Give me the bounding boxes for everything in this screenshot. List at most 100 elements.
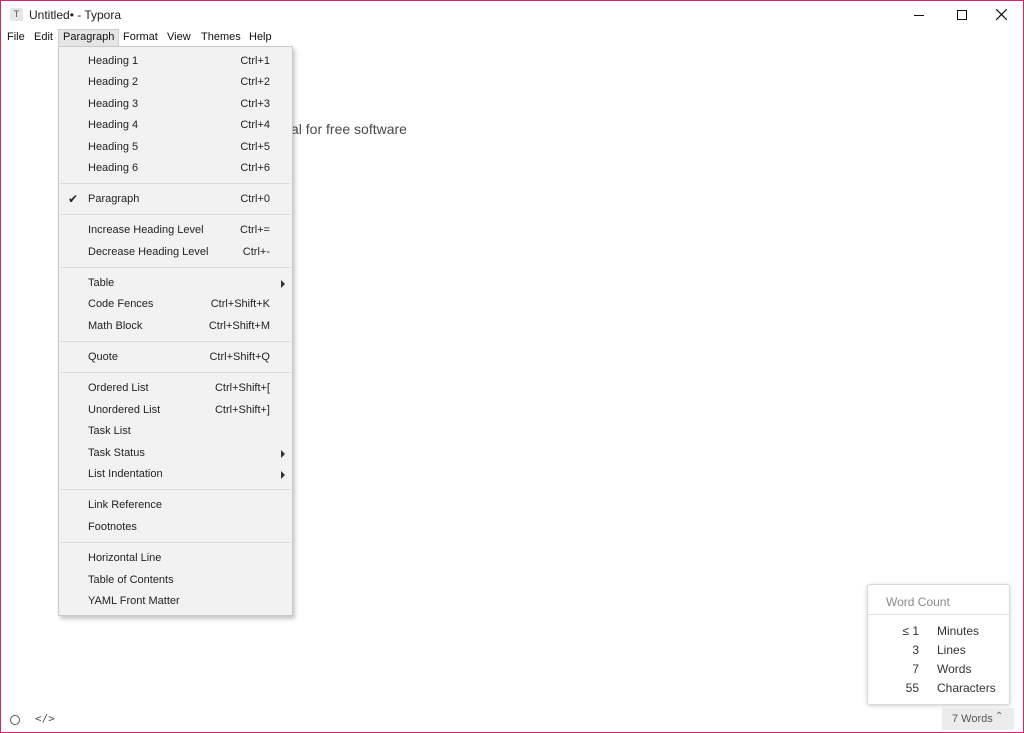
menu-item-label: Heading 3 xyxy=(88,98,139,110)
menu-format[interactable]: Format xyxy=(119,29,162,47)
menu-separator xyxy=(60,542,291,543)
checkmark-icon: ✔ xyxy=(68,192,79,206)
menu-item-shortcut: Ctrl+Shift+Q xyxy=(209,351,270,363)
menu-item-label: Heading 1 xyxy=(88,55,139,67)
menu-item-code-fences[interactable]: Code Fences Ctrl+Shift+K xyxy=(59,294,292,315)
menu-item-label: Heading 6 xyxy=(88,162,139,174)
menu-item-shortcut: Ctrl+4 xyxy=(240,119,270,131)
word-count-popup: Word Count ≤ 1 Minutes 3 Lines 7 Words 5… xyxy=(867,584,1010,705)
menu-separator xyxy=(60,372,291,373)
menu-bar: File Edit Paragraph Format View Themes H… xyxy=(1,29,1023,47)
typora-window: T Untitled• - Typora File Edit Paragraph… xyxy=(0,0,1024,733)
word-count-button-label: 7 Words xyxy=(952,713,993,725)
menu-separator xyxy=(60,489,291,490)
menu-item-unordered-list[interactable]: Unordered List Ctrl+Shift+] xyxy=(59,400,292,421)
menu-item-table-of-contents[interactable]: Table of Contents xyxy=(59,570,292,591)
chevron-updown-icon: ⌃ xyxy=(995,711,1004,722)
menu-view[interactable]: View xyxy=(163,29,195,47)
maximize-icon xyxy=(957,10,967,20)
word-count-label: Lines xyxy=(937,643,966,657)
menu-item-footnotes[interactable]: Footnotes xyxy=(59,517,292,538)
menu-item-label: Ordered List xyxy=(88,382,149,394)
menu-item-heading-1[interactable]: Heading 1 Ctrl+1 xyxy=(59,51,292,72)
menu-item-list-indentation[interactable]: List Indentation xyxy=(59,464,292,485)
menu-item-label: Task Status xyxy=(88,447,145,459)
editor-paragraph-text[interactable]: al for free software xyxy=(291,121,407,137)
menu-item-decrease-heading-level[interactable]: Decrease Heading Level Ctrl+- xyxy=(59,242,292,263)
word-count-value: 3 xyxy=(912,643,919,657)
menu-item-shortcut: Ctrl+- xyxy=(242,246,270,258)
menu-item-shortcut: Ctrl+6 xyxy=(240,162,270,174)
menu-item-task-status[interactable]: Task Status xyxy=(59,443,292,464)
word-count-button[interactable]: 7 Words ⌃ xyxy=(942,708,1014,730)
menu-item-shortcut: Ctrl+3 xyxy=(240,98,270,110)
close-icon xyxy=(996,9,1007,20)
menu-item-paragraph[interactable]: ✔ Paragraph Ctrl+0 xyxy=(59,189,292,210)
menu-item-link-reference[interactable]: Link Reference xyxy=(59,495,292,516)
word-count-value: ≤ 1 xyxy=(902,624,919,638)
word-count-value: 55 xyxy=(905,681,919,695)
word-count-title: Word Count xyxy=(886,595,950,609)
source-code-mode-icon[interactable]: </> xyxy=(35,712,55,725)
word-count-value: 7 xyxy=(912,662,919,676)
menu-item-label: Table of Contents xyxy=(88,574,174,586)
menu-item-shortcut: Ctrl+= xyxy=(240,224,270,236)
menu-item-shortcut: Ctrl+2 xyxy=(240,76,270,88)
minimize-button[interactable] xyxy=(899,1,939,29)
paragraph-dropdown-menu: Heading 1 Ctrl+1 Heading 2 Ctrl+2 Headin… xyxy=(58,46,293,616)
maximize-button[interactable] xyxy=(941,1,981,29)
menu-separator xyxy=(60,214,291,215)
menu-themes[interactable]: Themes xyxy=(197,29,245,47)
menu-item-horizontal-line[interactable]: Horizontal Line xyxy=(59,548,292,569)
word-count-label: Minutes xyxy=(937,624,980,638)
menu-item-label: List Indentation xyxy=(88,468,163,480)
word-count-separator xyxy=(868,614,1009,615)
menu-item-table[interactable]: Table xyxy=(59,273,292,294)
menu-edit[interactable]: Edit xyxy=(30,29,57,47)
window-title: Untitled• - Typora xyxy=(29,8,122,22)
menu-item-heading-2[interactable]: Heading 2 Ctrl+2 xyxy=(59,72,292,93)
title-bar: T Untitled• - Typora xyxy=(1,1,1023,29)
menu-help[interactable]: Help xyxy=(245,29,276,47)
menu-file[interactable]: File xyxy=(3,29,29,47)
menu-item-label: Heading 4 xyxy=(88,119,139,131)
menu-paragraph[interactable]: Paragraph xyxy=(58,29,120,47)
submenu-arrow-icon xyxy=(281,280,285,288)
menu-item-label: Heading 2 xyxy=(88,76,139,88)
menu-item-ordered-list[interactable]: Ordered List Ctrl+Shift+[ xyxy=(59,378,292,399)
menu-item-label: Code Fences xyxy=(88,298,154,310)
minimize-icon xyxy=(914,15,924,16)
menu-item-label: YAML Front Matter xyxy=(88,595,180,607)
word-count-label: Words xyxy=(937,662,972,676)
menu-item-heading-6[interactable]: Heading 6 Ctrl+6 xyxy=(59,158,292,179)
menu-item-shortcut: Ctrl+0 xyxy=(240,193,270,205)
menu-item-shortcut: Ctrl+Shift+] xyxy=(214,404,270,416)
menu-item-heading-3[interactable]: Heading 3 Ctrl+3 xyxy=(59,94,292,115)
menu-item-shortcut: Ctrl+1 xyxy=(240,55,270,67)
menu-item-label: Paragraph xyxy=(88,193,140,205)
word-count-row-characters: 55 Characters xyxy=(868,681,1009,699)
menu-item-quote[interactable]: Quote Ctrl+Shift+Q xyxy=(59,347,292,368)
menu-item-label: Task List xyxy=(88,425,131,437)
menu-item-label: Link Reference xyxy=(88,499,162,511)
submenu-arrow-icon xyxy=(281,450,285,458)
word-count-label: Characters xyxy=(937,681,996,695)
menu-item-label: Table xyxy=(88,277,115,289)
menu-item-shortcut: Ctrl+Shift+M xyxy=(208,320,270,332)
menu-item-heading-4[interactable]: Heading 4 Ctrl+4 xyxy=(59,115,292,136)
menu-item-task-list[interactable]: Task List xyxy=(59,421,292,442)
menu-item-label: Quote xyxy=(88,351,118,363)
menu-item-math-block[interactable]: Math Block Ctrl+Shift+M xyxy=(59,316,292,337)
menu-item-heading-5[interactable]: Heading 5 Ctrl+5 xyxy=(59,137,292,158)
menu-item-increase-heading-level[interactable]: Increase Heading Level Ctrl+= xyxy=(59,220,292,241)
menu-item-yaml-front-matter[interactable]: YAML Front Matter xyxy=(59,591,292,612)
menu-item-shortcut: Ctrl+Shift+K xyxy=(210,298,270,310)
menu-item-shortcut: Ctrl+5 xyxy=(240,141,270,153)
typora-app-icon: T xyxy=(10,8,23,21)
menu-item-label: Heading 5 xyxy=(88,141,139,153)
menu-item-label: Increase Heading Level xyxy=(88,224,204,236)
close-button[interactable] xyxy=(981,1,1021,29)
word-count-row-lines: 3 Lines xyxy=(868,643,1009,661)
sidebar-toggle-icon[interactable] xyxy=(10,715,20,725)
menu-separator xyxy=(60,183,291,184)
